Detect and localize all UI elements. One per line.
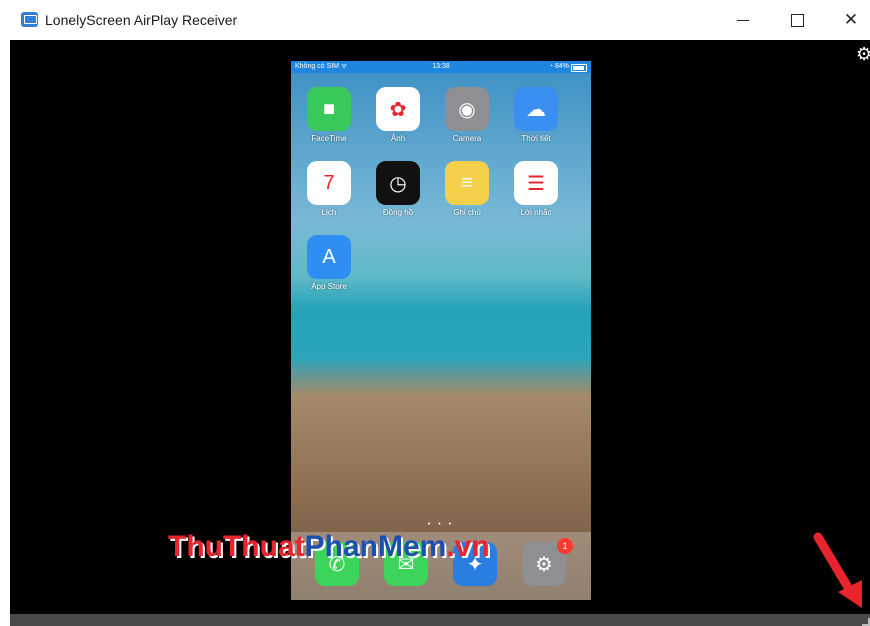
app-8[interactable]: A App Store xyxy=(299,235,359,291)
resize-grip-icon[interactable] xyxy=(862,618,870,626)
page-dots: • • • xyxy=(427,521,455,528)
app-label: FaceTime xyxy=(311,134,347,143)
app-7[interactable]: ☰ Lời nhắc xyxy=(506,161,566,217)
close-icon: ✕ xyxy=(843,10,859,29)
app-icon: A xyxy=(307,235,351,279)
app-label: Lịch xyxy=(321,208,337,217)
watermark: ThuThuatPhanMem.vn xyxy=(168,530,490,564)
watermark-part2: PhanMem xyxy=(304,530,447,563)
app-label: Thời tiết xyxy=(521,134,551,143)
app-label: Ảnh xyxy=(390,134,406,143)
app-0[interactable]: ■ FaceTime xyxy=(299,87,359,143)
watermark-part1: ThuThuat xyxy=(168,530,305,563)
settings-gear-icon[interactable]: ⚙ xyxy=(856,44,870,65)
app-icon xyxy=(21,12,38,27)
app-label: Lời nhắc xyxy=(520,208,552,217)
app-label: App Store xyxy=(311,282,347,291)
minimize-button[interactable] xyxy=(720,0,766,40)
battery-icon xyxy=(571,64,587,72)
app-icon: ◷ xyxy=(376,161,420,205)
phone-status-bar: Không có SIM ᯤ 13:38 ◔ 84% xyxy=(291,61,591,73)
minimize-icon xyxy=(737,19,749,21)
app-label: Camera xyxy=(452,134,482,143)
bottom-status-bar xyxy=(10,614,870,626)
window-title: LonelyScreen AirPlay Receiver xyxy=(45,12,238,28)
battery-label: ◔ 84% xyxy=(548,63,569,70)
watermark-part3: .vn xyxy=(446,530,490,563)
title-bar: LonelyScreen AirPlay Receiver ✕ xyxy=(0,0,870,40)
maximize-button[interactable] xyxy=(774,0,820,40)
clock-label: 13:38 xyxy=(432,63,450,70)
app-icon: ✿ xyxy=(376,87,420,131)
app-label: Đồng hồ xyxy=(382,208,414,217)
app-4[interactable]: 7 Lịch xyxy=(299,161,359,217)
app-1[interactable]: ✿ Ảnh xyxy=(368,87,428,143)
red-arrow-icon xyxy=(813,532,862,608)
settings-badge: 1 xyxy=(557,538,573,554)
app-2[interactable]: ◉ Camera xyxy=(437,87,497,143)
app-3[interactable]: ☁ Thời tiết xyxy=(506,87,566,143)
app-6[interactable]: ≡ Ghi chú xyxy=(437,161,497,217)
app-icon: ◉ xyxy=(445,87,489,131)
app-icon: ☁ xyxy=(514,87,558,131)
app-icon: ☰ xyxy=(514,161,558,205)
app-icon: 7 xyxy=(307,161,351,205)
app-label: Ghi chú xyxy=(453,208,481,217)
mirrored-phone-screen: Không có SIM ᯤ 13:38 ◔ 84% ■ FaceTime ✿ Ảnh… xyxy=(291,61,591,600)
maximize-icon xyxy=(790,13,804,27)
app-icon: ■ xyxy=(307,87,351,131)
close-button[interactable]: ✕ xyxy=(828,0,870,40)
app-icon: ≡ xyxy=(445,161,489,205)
app-5[interactable]: ◷ Đồng hồ xyxy=(368,161,428,217)
